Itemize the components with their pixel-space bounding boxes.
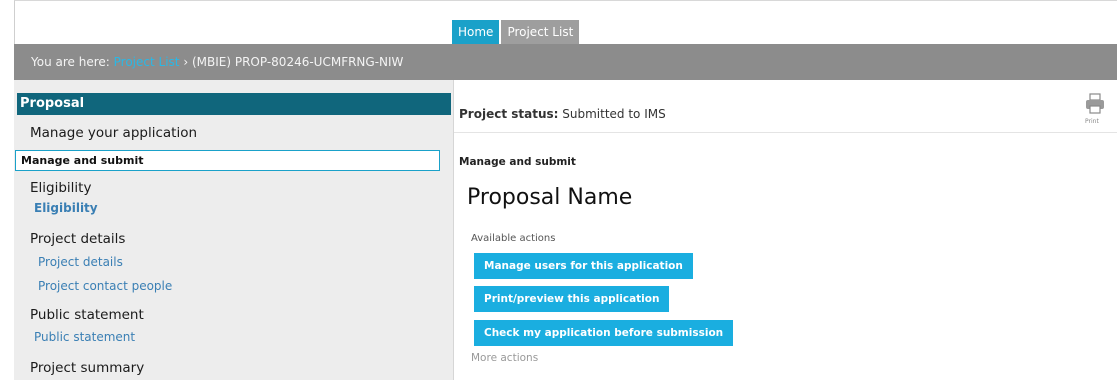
sidebar: Proposal Manage your application Manage … — [14, 80, 454, 380]
printer-icon[interactable] — [1085, 93, 1105, 115]
breadcrumb-separator: › — [183, 55, 189, 69]
breadcrumb-prefix: You are here: — [31, 55, 110, 69]
project-status-value: Submitted to IMS — [562, 107, 666, 121]
sidebar-item-eligibility[interactable]: Eligibility — [34, 201, 98, 215]
sidebar-section-public-statement: Public statement — [30, 307, 144, 323]
sidebar-header: Proposal — [17, 93, 451, 115]
breadcrumb-link-project-list[interactable]: Project List — [114, 55, 180, 69]
project-status-label: Project status: — [459, 107, 559, 121]
breadcrumb-current: (MBIE) PROP-80246-UCMFRNG-NIW — [191, 55, 404, 69]
available-actions-label: Available actions — [471, 233, 556, 244]
sidebar-item-project-contact-people[interactable]: Project contact people — [38, 279, 172, 293]
sidebar-section-eligibility: Eligibility — [30, 180, 92, 196]
tab-home[interactable]: Home — [452, 20, 500, 45]
more-actions-link[interactable]: More actions — [471, 352, 538, 364]
project-status: Project status: Submitted to IMS — [459, 107, 666, 121]
check-application-button[interactable]: Check my application before submission — [474, 320, 734, 346]
nav-tabs: Home Project List — [452, 20, 580, 45]
print-label[interactable]: Print — [1085, 118, 1099, 125]
sidebar-section-project-summary: Project summary — [30, 360, 145, 376]
sidebar-section-manage: Manage your application — [30, 125, 198, 141]
main-content: Project status: Submitted to IMS Print M… — [454, 80, 1117, 380]
manage-users-button[interactable]: Manage users for this application — [474, 253, 693, 279]
section-label: Manage and submit — [459, 156, 576, 168]
tab-project-list[interactable]: Project List — [501, 20, 580, 45]
divider — [454, 132, 1117, 133]
sidebar-item-manage-and-submit[interactable]: Manage and submit — [15, 150, 440, 171]
top-nav-bar: Home Project List — [14, 0, 1117, 45]
proposal-name: Proposal Name — [467, 185, 633, 210]
sidebar-item-public-statement[interactable]: Public statement — [34, 330, 135, 344]
sidebar-section-project-details: Project details — [30, 231, 126, 247]
breadcrumb: You are here: Project List › (MBIE) PROP… — [14, 44, 1117, 80]
sidebar-item-project-details[interactable]: Project details — [38, 255, 123, 269]
print-preview-button[interactable]: Print/preview this application — [474, 286, 670, 312]
